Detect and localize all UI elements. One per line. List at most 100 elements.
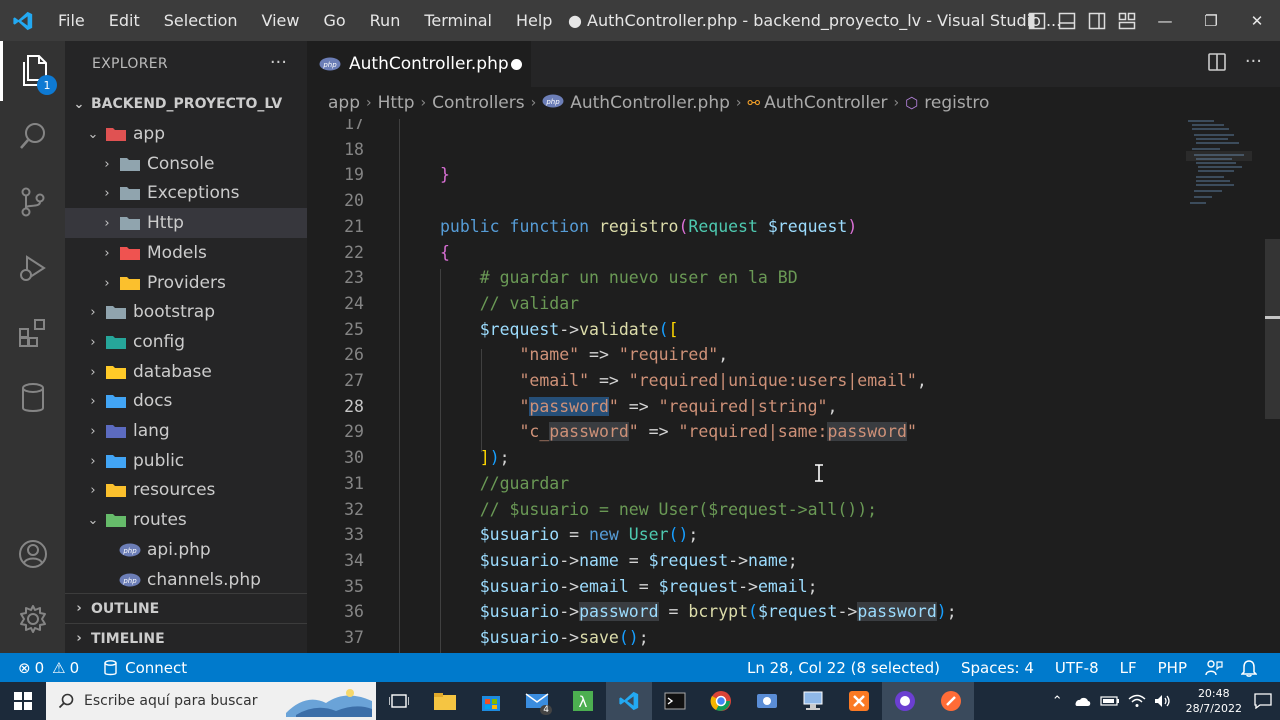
language-mode[interactable]: PHP [1146, 653, 1196, 682]
breadcrumb-item[interactable]: registro [924, 93, 989, 113]
start-button[interactable] [0, 682, 46, 720]
file-api-php[interactable]: php api.php [65, 535, 307, 565]
code-line[interactable]: 26 "name" => "required", [307, 342, 1177, 367]
folder-public[interactable]: › public [65, 446, 307, 476]
tab-authcontroller[interactable]: php AuthController.php [307, 41, 531, 87]
folder-http[interactable]: › Http [65, 208, 307, 238]
firefox-icon[interactable] [882, 682, 928, 720]
toggle-secondary-sidebar-icon[interactable] [1082, 0, 1112, 41]
code-line[interactable]: 30 ]); [307, 445, 1177, 470]
problems-indicator[interactable]: ⊗ 0 ⚠ 0 [0, 653, 88, 682]
code-line[interactable]: 32 // $usuario = new User($request->all(… [307, 497, 1177, 522]
battery-icon[interactable] [1099, 695, 1120, 707]
timeline-section[interactable]: › TIMELINE [65, 623, 307, 653]
cloud-icon[interactable] [1072, 694, 1092, 708]
remote-app-icon[interactable] [744, 682, 790, 720]
menu-run[interactable]: Run [358, 0, 413, 41]
split-editor-icon[interactable] [1207, 52, 1227, 72]
folder-providers[interactable]: › Providers [65, 268, 307, 298]
breadcrumb-item[interactable]: AuthController [764, 93, 887, 113]
code-editor[interactable]: 17 18 19} 20 21 public function registro(Requ… [307, 119, 1280, 653]
code-line[interactable]: 35 $usuario->email = $request->email; [307, 574, 1177, 599]
unsaved-dot-icon[interactable] [511, 59, 522, 70]
lambda-app-icon[interactable]: λ [560, 682, 606, 720]
menu-terminal[interactable]: Terminal [412, 0, 504, 41]
vscode-taskbar-icon[interactable] [606, 682, 652, 720]
microsoft-store-icon[interactable] [468, 682, 514, 720]
code-line[interactable]: 36 $usuario->password = bcrypt($request-… [307, 599, 1177, 624]
folder-docs[interactable]: › docs [65, 386, 307, 416]
encoding[interactable]: UTF-8 [1043, 653, 1108, 682]
folder-bootstrap[interactable]: › bootstrap [65, 297, 307, 327]
database-activity[interactable] [0, 368, 65, 428]
code-line[interactable]: 25 $request->validate([ [307, 317, 1177, 342]
accounts-activity[interactable] [0, 524, 65, 584]
breadcrumb-item[interactable]: Http [378, 93, 415, 113]
folder-exceptions[interactable]: › Exceptions [65, 178, 307, 208]
workspace-root[interactable]: ⌄ BACKEND_PROYECTO_LV [65, 89, 307, 119]
code-line[interactable]: 28 "password" => "required|string", [307, 394, 1177, 419]
source-control-activity[interactable] [0, 172, 65, 232]
code-line[interactable]: 27 "email" => "required|unique:users|ema… [307, 368, 1177, 393]
manage-activity[interactable] [0, 589, 65, 649]
folder-lang[interactable]: › lang [65, 416, 307, 446]
file-explorer-icon[interactable] [422, 682, 468, 720]
end-of-line[interactable]: LF [1108, 653, 1146, 682]
notification-center-icon[interactable] [1254, 693, 1272, 709]
menu-edit[interactable]: Edit [97, 0, 152, 41]
indentation[interactable]: Spaces: 4 [949, 653, 1043, 682]
code-line[interactable]: 17 [307, 119, 1177, 136]
folder-routes[interactable]: ⌄ routes [65, 505, 307, 535]
minimap[interactable] [1184, 119, 1254, 239]
menu-selection[interactable]: Selection [152, 0, 250, 41]
folder-app[interactable]: ⌄ app [65, 119, 307, 149]
tray-chevron-up-icon[interactable]: ⌃ [1047, 694, 1068, 709]
code-line[interactable]: 18 [307, 137, 1177, 162]
code-line[interactable]: 33 $usuario = new User(); [307, 522, 1177, 547]
scrollbar-thumb[interactable] [1265, 239, 1280, 419]
restore-button[interactable]: ❐ [1188, 0, 1234, 41]
vscode-logo-icon[interactable] [0, 0, 46, 41]
volume-icon[interactable] [1154, 694, 1172, 708]
feedback-icon[interactable] [1196, 653, 1232, 682]
menu-go[interactable]: Go [311, 0, 357, 41]
chrome-icon[interactable] [698, 682, 744, 720]
more-actions-icon[interactable]: ··· [1245, 51, 1262, 72]
code-line[interactable]: 22 { [307, 240, 1177, 265]
folder-console[interactable]: › Console [65, 149, 307, 179]
code-line[interactable]: 20 [307, 188, 1177, 213]
cursor-position[interactable]: Ln 28, Col 22 (8 selected) [738, 653, 949, 682]
code-line[interactable]: 31 //guardar [307, 471, 1177, 496]
customize-layout-icon[interactable] [1112, 0, 1142, 41]
code-line[interactable]: 24 // validar [307, 291, 1177, 316]
breadcrumb-item[interactable]: Controllers [432, 93, 524, 113]
code-line[interactable]: 21 public function registro(Request $requ… [307, 214, 1177, 239]
toggle-sidebar-icon[interactable] [1022, 0, 1052, 41]
breadcrumb-item[interactable]: app [328, 93, 360, 113]
explorer-activity[interactable]: 1 [0, 41, 65, 101]
menu-file[interactable]: File [46, 0, 97, 41]
toggle-panel-icon[interactable] [1052, 0, 1082, 41]
xampp-icon[interactable] [836, 682, 882, 720]
search-activity[interactable] [0, 106, 65, 166]
clock[interactable]: 20:48 28/7/2022 [1176, 686, 1252, 716]
extensions-activity[interactable] [0, 303, 65, 363]
run-debug-activity[interactable] [0, 238, 65, 298]
notifications-bell-icon[interactable] [1232, 653, 1266, 682]
folder-resources[interactable]: › resources [65, 475, 307, 505]
mail-icon[interactable]: 4 [514, 682, 560, 720]
close-button[interactable]: ✕ [1234, 0, 1280, 41]
postman-icon[interactable] [928, 682, 974, 720]
code-line[interactable]: 37 $usuario->save(); [307, 625, 1177, 650]
menu-view[interactable]: View [250, 0, 312, 41]
network-app-icon[interactable] [790, 682, 836, 720]
folder-database[interactable]: › database [65, 357, 307, 387]
code-line[interactable]: 23 # guardar un nuevo user en la BD [307, 265, 1177, 290]
wifi-icon[interactable] [1128, 694, 1146, 708]
folder-config[interactable]: › config [65, 327, 307, 357]
terminal-icon[interactable] [652, 682, 698, 720]
folder-models[interactable]: › Models [65, 238, 307, 268]
breadcrumb-item[interactable]: AuthController.php [570, 93, 730, 113]
outline-section[interactable]: › OUTLINE [65, 593, 307, 623]
code-line[interactable]: 19} [307, 162, 1177, 187]
